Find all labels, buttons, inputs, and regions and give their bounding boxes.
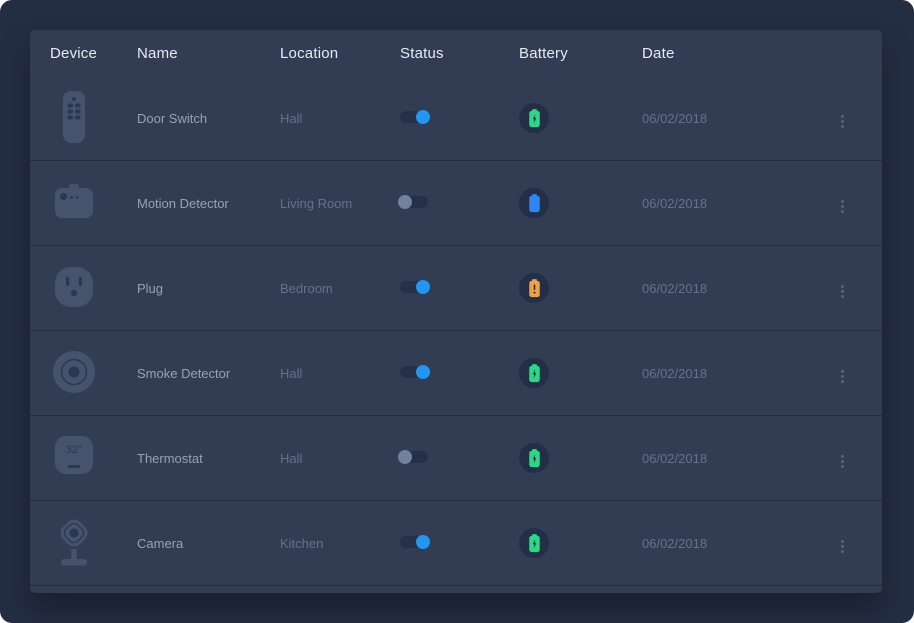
toggle-knob	[416, 110, 430, 124]
status-toggle[interactable]	[400, 111, 428, 123]
camera-icon	[50, 512, 98, 572]
column-header-battery: Battery	[519, 45, 642, 62]
plug-icon	[50, 257, 98, 317]
table-row: Smoke Detector Hall 06/02/2018	[30, 331, 882, 416]
smart-home-dashboard: Device Name Location Status Battery Date…	[0, 0, 914, 623]
battery-indicator	[519, 443, 549, 473]
table-row: Camera Kitchen 06/02/2018	[30, 501, 882, 586]
kebab-menu-icon[interactable]	[838, 112, 847, 131]
toggle-knob	[416, 280, 430, 294]
device-name: Door Switch	[137, 111, 280, 126]
device-date: 06/02/2018	[642, 536, 838, 551]
status-toggle[interactable]	[400, 366, 428, 378]
column-header-location: Location	[280, 45, 400, 62]
status-toggle[interactable]	[400, 196, 428, 208]
thermostat-icon	[50, 427, 98, 487]
battery-indicator	[519, 273, 549, 303]
table-row: Door Switch Hall 06/02/2018	[30, 76, 882, 161]
battery-indicator	[519, 188, 549, 218]
device-name: Thermostat	[137, 451, 280, 466]
kebab-menu-icon[interactable]	[838, 452, 847, 471]
device-date: 06/02/2018	[642, 196, 838, 211]
column-header-date: Date	[642, 45, 838, 62]
battery-indicator	[519, 528, 549, 558]
table-body: Door Switch Hall 06/02/2018 Motion Detec…	[30, 76, 882, 586]
battery-indicator	[519, 103, 549, 133]
device-name: Plug	[137, 281, 280, 296]
table-header: Device Name Location Status Battery Date	[30, 30, 882, 76]
device-location: Kitchen	[280, 536, 400, 551]
motion-detector-icon	[50, 172, 98, 232]
smoke-detector-icon	[50, 342, 98, 402]
status-toggle[interactable]	[400, 536, 428, 548]
device-name: Smoke Detector	[137, 366, 280, 381]
toggle-knob	[416, 365, 430, 379]
device-date: 06/02/2018	[642, 111, 838, 126]
device-date: 06/02/2018	[642, 366, 838, 381]
table-row: Motion Detector Living Room 06/02/2018	[30, 161, 882, 246]
table-row: Thermostat Hall 06/02/2018	[30, 416, 882, 501]
column-header-name: Name	[137, 45, 280, 62]
kebab-menu-icon[interactable]	[838, 537, 847, 556]
table-row: Plug Bedroom 06/02/2018	[30, 246, 882, 331]
device-table-card: Device Name Location Status Battery Date…	[30, 30, 882, 593]
status-toggle[interactable]	[400, 451, 428, 463]
kebab-menu-icon[interactable]	[838, 197, 847, 216]
toggle-knob	[398, 450, 412, 464]
device-location: Living Room	[280, 196, 400, 211]
column-header-device: Device	[50, 45, 137, 62]
device-location: Hall	[280, 366, 400, 381]
device-name: Motion Detector	[137, 196, 280, 211]
device-date: 06/02/2018	[642, 281, 838, 296]
kebab-menu-icon[interactable]	[838, 282, 847, 301]
device-name: Camera	[137, 536, 280, 551]
battery-indicator	[519, 358, 549, 388]
kebab-menu-icon[interactable]	[838, 367, 847, 386]
toggle-knob	[398, 195, 412, 209]
device-location: Bedroom	[280, 281, 400, 296]
device-location: Hall	[280, 111, 400, 126]
door-switch-remote-icon	[50, 87, 98, 147]
column-header-status: Status	[400, 45, 519, 62]
toggle-knob	[416, 535, 430, 549]
status-toggle[interactable]	[400, 281, 428, 293]
device-location: Hall	[280, 451, 400, 466]
device-date: 06/02/2018	[642, 451, 838, 466]
